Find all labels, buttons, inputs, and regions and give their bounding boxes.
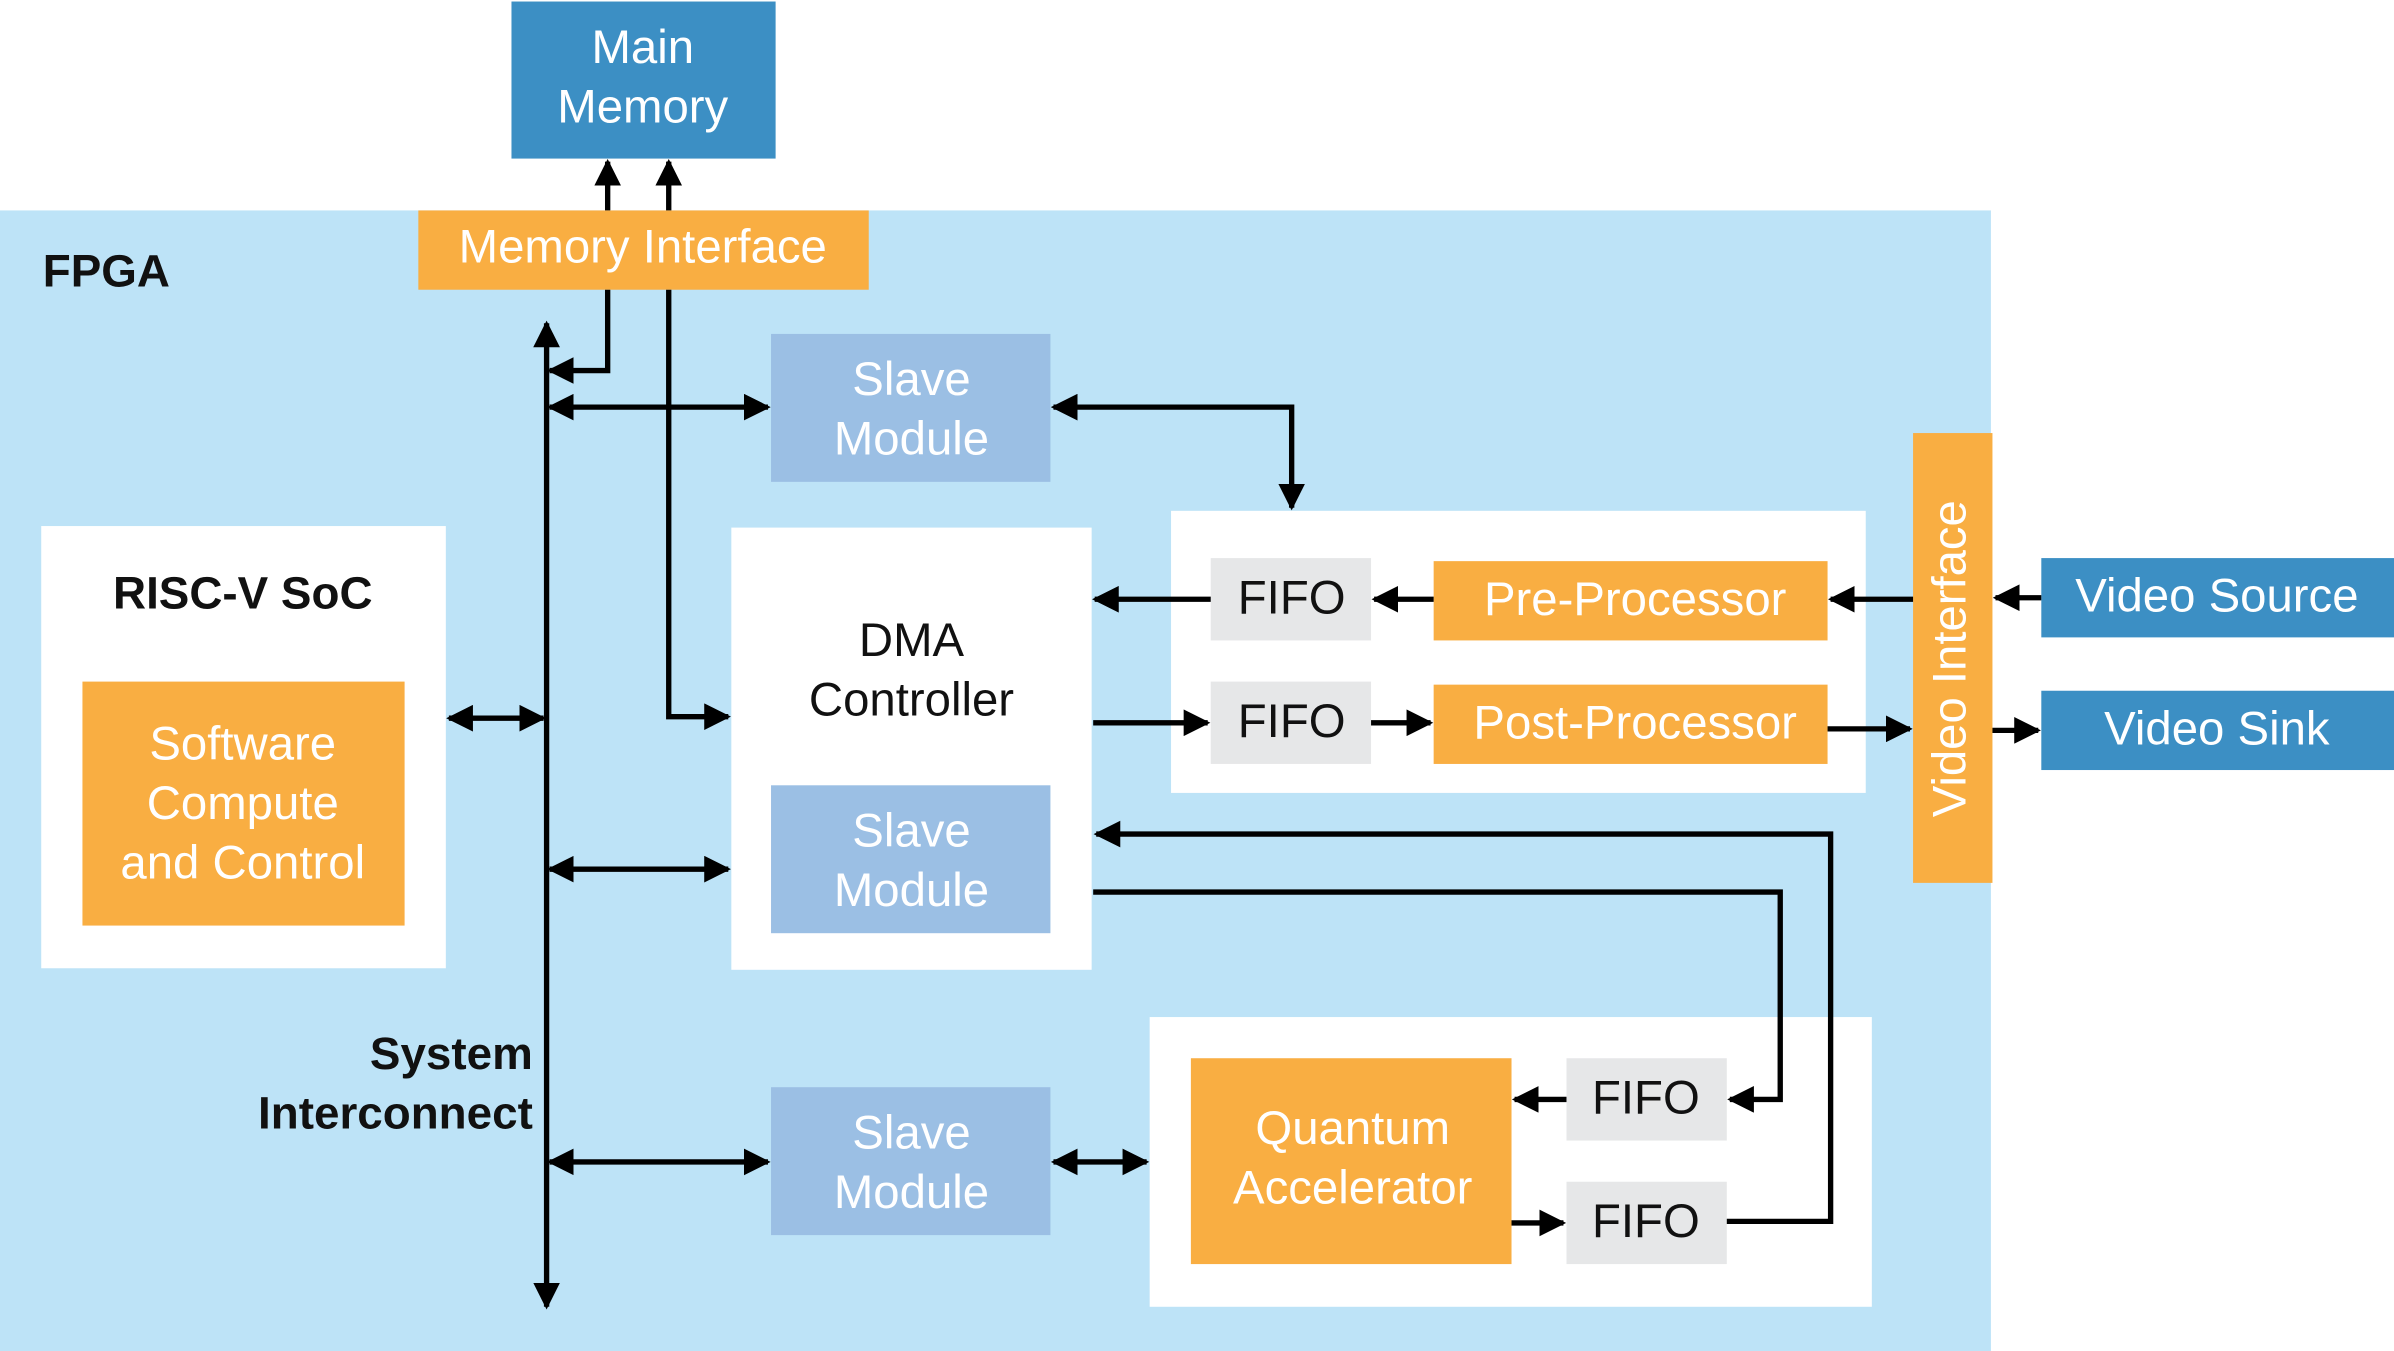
slave-module-1: Slave Module xyxy=(771,333,1051,482)
video-interface-block: Video Interface xyxy=(1913,433,1993,883)
system-interconnect-label-2: Interconnect xyxy=(258,1087,533,1138)
svg-text:FIFO: FIFO xyxy=(1238,695,1346,748)
system-interconnect-label: System xyxy=(370,1028,533,1079)
svg-text:Video Sink: Video Sink xyxy=(2104,702,2330,755)
risc-v-soc-block: RISC-V SoC Software Compute and Control xyxy=(41,526,446,969)
svg-text:Slave: Slave xyxy=(852,1107,970,1160)
memory-interface-block: Memory Interface xyxy=(418,210,869,290)
svg-text:Slave: Slave xyxy=(852,805,970,858)
svg-text:Module: Module xyxy=(834,413,989,466)
fpga-block-diagram: FPGA Main Memory Memory Interface RISC-V… xyxy=(0,1,2394,1351)
svg-text:Accelerator: Accelerator xyxy=(1233,1161,1472,1214)
svg-text:FIFO: FIFO xyxy=(1238,571,1346,624)
svg-text:DMA: DMA xyxy=(859,614,965,667)
svg-text:Compute: Compute xyxy=(147,777,339,830)
main-memory-block: Main Memory xyxy=(511,1,776,159)
svg-text:Quantum: Quantum xyxy=(1255,1102,1450,1155)
video-sink-block: Video Sink xyxy=(2041,690,2394,771)
svg-text:Memory: Memory xyxy=(557,80,728,133)
svg-text:FIFO: FIFO xyxy=(1592,1195,1700,1248)
svg-text:RISC-V SoC: RISC-V SoC xyxy=(113,567,373,618)
svg-text:Video Source: Video Source xyxy=(2075,570,2358,623)
svg-text:FIFO: FIFO xyxy=(1592,1071,1700,1124)
svg-text:Slave: Slave xyxy=(852,353,970,406)
fpga-label: FPGA xyxy=(43,246,170,297)
svg-text:Module: Module xyxy=(834,1166,989,1219)
dma-controller-block: DMA Controller Slave Module xyxy=(731,527,1092,970)
quantum-accelerator-panel: Quantum Accelerator FIFO FIFO xyxy=(1149,1017,1872,1307)
svg-text:Software: Software xyxy=(149,718,336,771)
svg-text:Video Interface: Video Interface xyxy=(1923,500,1976,817)
video-source-block: Video Source xyxy=(2041,558,2394,638)
slave-module-3: Slave Module xyxy=(771,1087,1051,1236)
svg-text:Main: Main xyxy=(591,21,694,74)
svg-text:Controller: Controller xyxy=(809,673,1014,726)
video-processing-panel: FIFO FIFO Pre-Processor Post-Processor xyxy=(1171,510,1866,793)
svg-text:Memory Interface: Memory Interface xyxy=(459,221,827,274)
svg-text:and Control: and Control xyxy=(120,837,365,890)
svg-text:Module: Module xyxy=(834,864,989,917)
svg-text:Post-Processor: Post-Processor xyxy=(1473,696,1797,749)
svg-text:Pre-Processor: Pre-Processor xyxy=(1484,573,1786,626)
